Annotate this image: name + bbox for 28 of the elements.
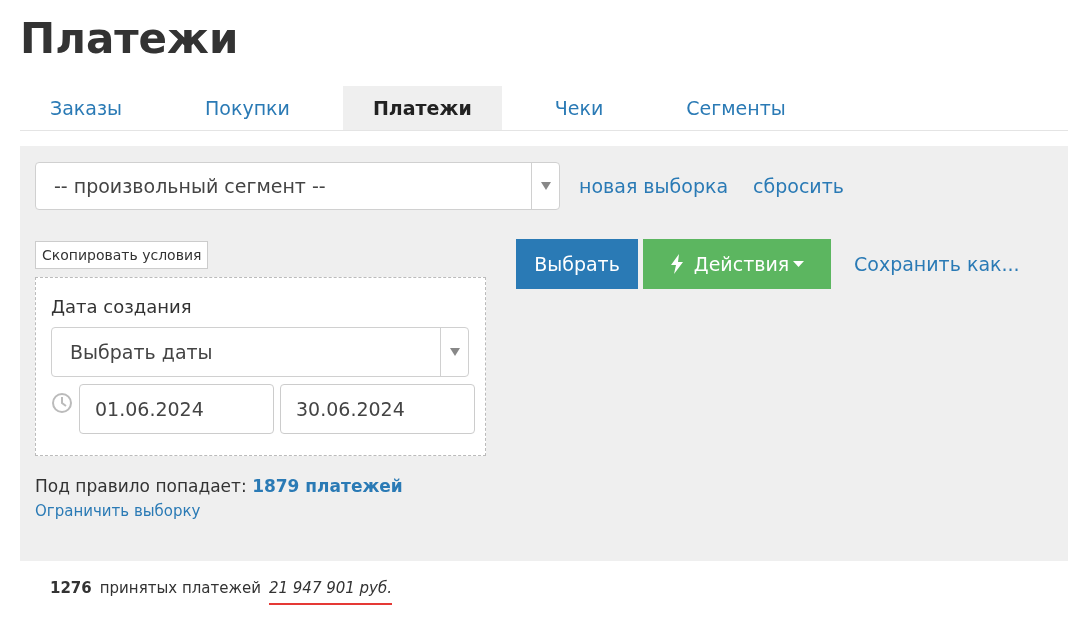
match-count-text: Под правило попадает: 1879 платежей [35, 476, 404, 496]
tab[interactable]: Заказы [20, 86, 153, 130]
link[interactable]: новая выборка [579, 175, 729, 197]
accepted-label: принятых платежей [99, 579, 261, 597]
date-from-field[interactable]: 01.06.2024 [79, 384, 274, 434]
caret-icon [793, 261, 805, 267]
copy-conditions-button[interactable]: Скопировать условия [35, 241, 209, 269]
condition-label: Дата создания [51, 296, 193, 317]
tab[interactable]: Чеки [524, 86, 634, 130]
amount-text: 21 947 901 руб. [268, 579, 392, 597]
link[interactable]: сбросить [753, 175, 844, 197]
segment-select[interactable]: -- произвольный сегмент -- [35, 162, 560, 210]
clock-icon [51, 392, 73, 414]
save-as-link[interactable]: Сохранить как... [854, 253, 1020, 275]
actions-button[interactable]: Действия [643, 239, 831, 289]
tab[interactable]: Покупки [175, 86, 320, 130]
dropdown-caret-icon [449, 348, 460, 356]
match-count-link[interactable]: 1879 платежей [252, 476, 403, 496]
tab[interactable]: Сегменты [656, 86, 816, 130]
select-button[interactable]: Выбрать [516, 239, 638, 289]
limit-selection-link[interactable]: Ограничить выборку [35, 502, 201, 520]
date-range-select[interactable]: Выбрать даты [51, 327, 469, 377]
accepted-count: 1276 [50, 579, 92, 597]
lightning-icon [669, 254, 684, 274]
tab[interactable]: Платежи [342, 86, 502, 130]
date-to-field[interactable]: 30.06.2024 [280, 384, 475, 434]
dropdown-caret-icon [540, 182, 551, 190]
page-title: Платежи [19, 13, 240, 65]
